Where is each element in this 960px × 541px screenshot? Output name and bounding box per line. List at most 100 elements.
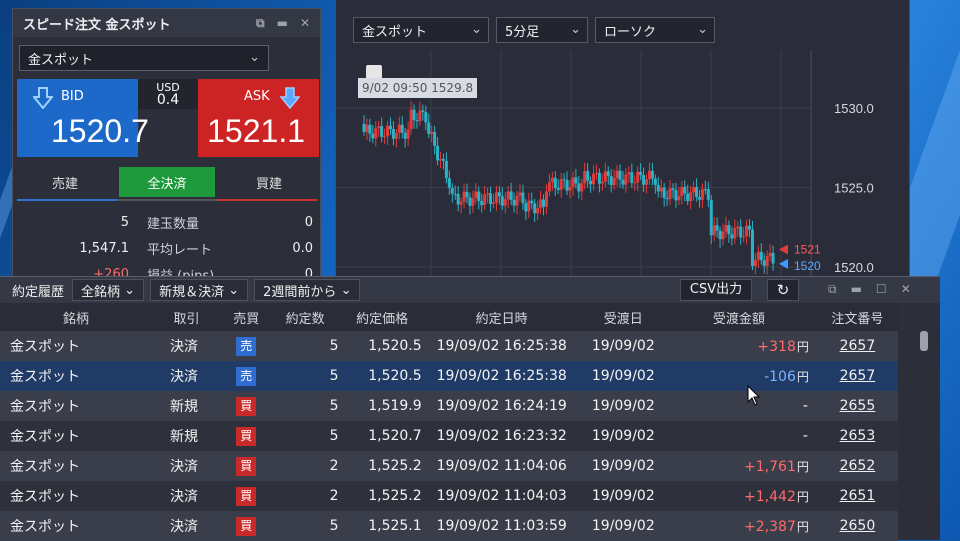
candle-body bbox=[633, 182, 637, 184]
column-header[interactable]: 約定日時 bbox=[425, 303, 578, 331]
ask-button[interactable]: ASK 1521.1 bbox=[198, 79, 319, 157]
minimize-icon[interactable]: ▬ bbox=[277, 16, 288, 30]
table-row[interactable]: 金スポット 決済買 2 1,525.2 19/09/02 11:04:06 19/09/0… bbox=[0, 451, 898, 481]
stat-value-right: 0.0 bbox=[292, 240, 313, 256]
table-row[interactable]: 金スポット 新規買 5 1,519.9 19/09/02 16:24:19 19/09/0… bbox=[0, 391, 898, 421]
candle-body bbox=[712, 225, 716, 236]
table-row[interactable]: 金スポット 決済売 5 1,520.5 19/09/02 16:25:38 19/09/0… bbox=[0, 331, 898, 361]
candle-body bbox=[480, 200, 484, 206]
order-number-link[interactable]: 2652 bbox=[840, 458, 876, 474]
candle-body bbox=[653, 178, 657, 185]
popout-icon[interactable]: ⧉ bbox=[828, 282, 837, 297]
csv-export-button[interactable]: CSV出力 bbox=[680, 279, 752, 301]
popout-icon[interactable]: ⧉ bbox=[256, 16, 265, 31]
candle-body bbox=[536, 208, 540, 214]
mid-underline bbox=[117, 199, 217, 201]
candle-body bbox=[524, 203, 528, 212]
order-number-link[interactable]: 2651 bbox=[840, 488, 876, 504]
chart-type-value: ローソク bbox=[604, 24, 657, 40]
candle-body bbox=[386, 125, 390, 137]
column-header[interactable]: 受渡金額 bbox=[668, 303, 817, 331]
column-header[interactable]: 受渡日 bbox=[577, 303, 669, 331]
column-header[interactable]: 売買 bbox=[220, 303, 272, 331]
candle-body bbox=[597, 172, 601, 184]
candle-body bbox=[671, 188, 675, 190]
column-header[interactable]: 約定価格 bbox=[342, 303, 426, 331]
candle-body bbox=[412, 109, 416, 121]
candle-body bbox=[468, 197, 472, 206]
column-header[interactable]: 取引 bbox=[152, 303, 221, 331]
bid-button[interactable]: BID 1520.7 bbox=[17, 79, 149, 157]
scrollbar-thumb[interactable] bbox=[920, 331, 928, 351]
stat-row: 5 建玉数量 0 bbox=[17, 209, 317, 235]
candle-body bbox=[771, 252, 775, 264]
candle-body bbox=[397, 124, 401, 133]
cell-datetime: 19/09/02 11:04:06 bbox=[425, 451, 578, 481]
cell-datetime: 19/09/02 16:24:19 bbox=[425, 391, 578, 421]
table-row[interactable]: 金スポット 決済売 5 1,520.5 19/09/02 16:25:38 19/09/0… bbox=[0, 361, 898, 391]
cell-order-number: 2652 bbox=[816, 451, 898, 481]
cell-order-number: 2653 bbox=[816, 421, 898, 451]
order-number-link[interactable]: 2657 bbox=[840, 338, 876, 354]
candle-body bbox=[603, 171, 607, 182]
amount-value: +1,442 bbox=[744, 488, 796, 505]
side-badge: 買 bbox=[236, 456, 257, 476]
table-row[interactable]: 金スポット 決済買 5 1,525.1 19/09/02 11:03:59 19/09/0… bbox=[0, 511, 898, 541]
cell-quantity: 5 bbox=[271, 511, 343, 541]
close-icon[interactable]: ✕ bbox=[300, 16, 310, 30]
candle-body bbox=[606, 171, 610, 177]
candle-body bbox=[430, 131, 434, 134]
sell-open-button[interactable]: 売建 bbox=[17, 167, 113, 197]
y-tick-label: 1520.0 bbox=[834, 260, 874, 275]
candle-body bbox=[394, 132, 398, 139]
column-header[interactable]: 銘柄 bbox=[0, 303, 153, 331]
candle-body bbox=[683, 186, 687, 194]
filter-period-select[interactable]: 2週間前から ⌄ bbox=[254, 279, 361, 301]
sell-underline bbox=[17, 199, 117, 201]
filter-symbol-select[interactable]: 全銘柄 ⌄ bbox=[72, 279, 145, 301]
cell-quantity: 5 bbox=[271, 361, 343, 391]
candle-body bbox=[483, 194, 487, 206]
note-icon[interactable] bbox=[366, 65, 382, 79]
y-tick-label: 1525.0 bbox=[834, 181, 874, 196]
cell-side: 買 bbox=[220, 511, 272, 541]
candle-body bbox=[718, 230, 722, 240]
candle-body bbox=[727, 224, 731, 235]
column-header[interactable]: 注文番号 bbox=[816, 303, 898, 331]
close-icon[interactable]: ✕ bbox=[901, 282, 911, 297]
chart-type-select[interactable]: ローソク ⌄ bbox=[595, 17, 715, 43]
minimize-icon[interactable]: ▬ bbox=[851, 282, 862, 297]
order-number-link[interactable]: 2657 bbox=[840, 368, 876, 384]
order-number-link[interactable]: 2653 bbox=[840, 428, 876, 444]
candle-body bbox=[668, 188, 672, 200]
filter-type-select[interactable]: 新規＆決済 ⌄ bbox=[150, 279, 249, 301]
cell-price: 1,520.5 bbox=[342, 331, 426, 361]
candle-body bbox=[645, 179, 649, 185]
chevron-down-icon: ⌄ bbox=[249, 50, 260, 65]
candle-body bbox=[365, 124, 369, 132]
stat-value-left: 5 bbox=[120, 214, 129, 230]
close-all-button[interactable]: 全決済 bbox=[119, 167, 215, 197]
candle-body bbox=[759, 251, 763, 261]
maximize-icon[interactable]: ☐ bbox=[876, 282, 887, 297]
refresh-icon[interactable]: ↻ bbox=[767, 279, 799, 301]
candle-body bbox=[441, 158, 445, 161]
buy-open-button[interactable]: 買建 bbox=[221, 167, 317, 197]
ask-marker-icon bbox=[779, 244, 788, 255]
chart-symbol-select[interactable]: 金スポット ⌄ bbox=[353, 17, 489, 43]
candle-body bbox=[583, 171, 587, 184]
table-row[interactable]: 金スポット 新規買 5 1,520.7 19/09/02 16:23:32 19/09/0… bbox=[0, 421, 898, 451]
symbol-select[interactable]: 金スポット ⌄ bbox=[19, 45, 269, 71]
order-number-link[interactable]: 2650 bbox=[840, 518, 876, 534]
candle-body bbox=[453, 193, 457, 195]
table-row[interactable]: 金スポット 決済買 2 1,525.2 19/09/02 11:04:03 19/09/0… bbox=[0, 481, 898, 511]
cell-settle-date: 19/09/02 bbox=[577, 391, 669, 421]
cell-order-number: 2651 bbox=[816, 481, 898, 511]
cell-amount: +1,761円 bbox=[668, 451, 817, 481]
cell-order-number: 2657 bbox=[816, 361, 898, 391]
order-number-link[interactable]: 2655 bbox=[840, 398, 876, 414]
chart-interval-select[interactable]: 5分足 ⌄ bbox=[496, 17, 588, 43]
cell-price: 1,525.2 bbox=[342, 451, 426, 481]
cell-side: 買 bbox=[220, 391, 272, 421]
column-header[interactable]: 約定数 bbox=[271, 303, 343, 331]
